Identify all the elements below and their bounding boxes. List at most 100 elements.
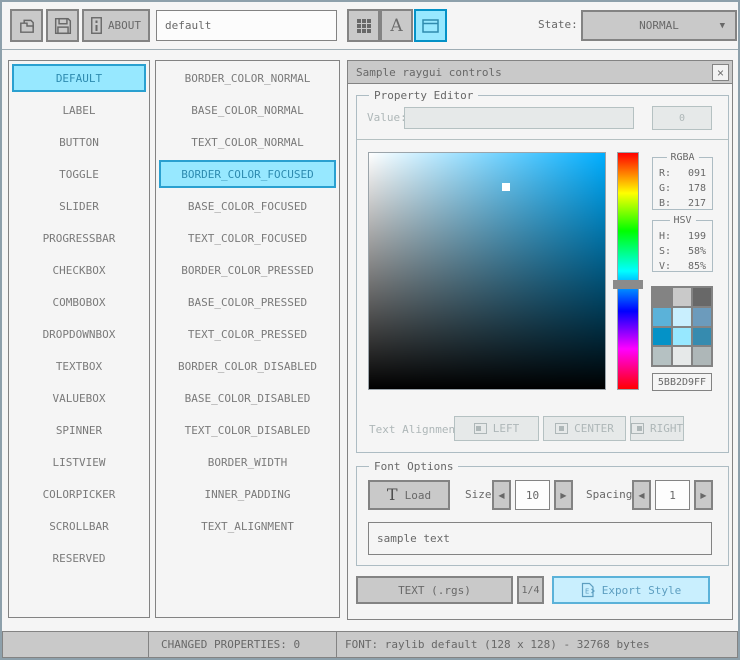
size-decrease-button[interactable]: ◀ xyxy=(492,480,511,510)
control-list-item[interactable]: LABEL xyxy=(12,96,146,124)
palette-color-cell[interactable] xyxy=(673,307,691,326)
save-style-button[interactable] xyxy=(46,9,79,42)
hex-value-box[interactable]: 5BB2D9FF xyxy=(652,373,712,391)
control-list-item-label: SCROLLBAR xyxy=(49,519,109,533)
property-list-item[interactable]: TEXT_COLOR_NORMAL xyxy=(159,128,336,156)
hsv-row-key: V: xyxy=(659,261,672,272)
property-list-item-label: INNER_PADDING xyxy=(204,487,291,501)
property-list-item[interactable]: TEXT_ALIGNMENT xyxy=(159,512,336,540)
control-list-item[interactable]: PROGRESSBAR xyxy=(12,224,146,252)
font-load-button-label: Load xyxy=(404,488,432,502)
color-picker-area[interactable] xyxy=(368,152,606,390)
svg-text:E: E xyxy=(585,588,589,596)
property-list-item-label: TEXT_COLOR_FOCUSED xyxy=(187,231,308,245)
control-list-item-label: DROPDOWNBOX xyxy=(42,327,116,341)
control-list-item[interactable]: TOGGLE xyxy=(12,160,146,188)
export-style-button[interactable]: E Export Style xyxy=(552,576,710,604)
property-list-item[interactable]: INNER_PADDING xyxy=(159,480,336,508)
palette-color-cell[interactable] xyxy=(693,347,711,365)
property-list-item[interactable]: TEXT_COLOR_DISABLED xyxy=(159,416,336,444)
text-align-button: CENTER xyxy=(543,416,626,441)
property-list-item-label: BASE_COLOR_PRESSED xyxy=(187,295,308,309)
palette-color-cell[interactable] xyxy=(673,288,691,306)
control-list-item-label: VALUEBOX xyxy=(52,391,106,405)
palette-color-cell[interactable] xyxy=(693,327,711,346)
hsv-group: HSV H: 199 S: 58% V: 85% xyxy=(652,213,713,272)
control-list-item[interactable]: VALUEBOX xyxy=(12,384,146,412)
control-list-item[interactable]: COLORPICKER xyxy=(12,480,146,508)
control-list-item[interactable]: SCROLLBAR xyxy=(12,512,146,540)
font-options-group: Font Options T Load Size: ◀ 10 ▶ Spacing… xyxy=(356,459,729,566)
property-list-item[interactable]: TEXT_COLOR_FOCUSED xyxy=(159,224,336,252)
control-list-item[interactable]: SLIDER xyxy=(12,192,146,220)
sample-text-input[interactable] xyxy=(368,522,712,555)
control-list-item[interactable]: BUTTON xyxy=(12,128,146,156)
property-list-item[interactable]: BORDER_COLOR_DISABLED xyxy=(159,352,336,380)
controls-preview-button[interactable] xyxy=(414,9,447,42)
align-icon xyxy=(555,423,569,434)
property-list-item[interactable]: BORDER_WIDTH xyxy=(159,448,336,476)
property-list-item[interactable]: TEXT_COLOR_PRESSED xyxy=(159,320,336,348)
property-list-item-label: BORDER_COLOR_DISABLED xyxy=(177,359,318,373)
hue-slider-handle[interactable] xyxy=(613,280,643,289)
rgba-row-key: B: xyxy=(659,198,672,209)
palette-color-cell[interactable] xyxy=(653,347,671,365)
status-changed-properties: CHANGED PROPERTIES: 0 xyxy=(149,632,337,657)
control-list-item[interactable]: DEFAULT xyxy=(12,64,146,92)
export-format-button[interactable]: TEXT (.rgs) xyxy=(356,576,513,604)
size-value-box[interactable]: 10 xyxy=(515,480,550,510)
palette-color-cell[interactable] xyxy=(673,327,691,346)
property-list-item[interactable]: BORDER_COLOR_FOCUSED xyxy=(159,160,336,188)
property-list-item[interactable]: BASE_COLOR_PRESSED xyxy=(159,288,336,316)
palette-color-cell[interactable] xyxy=(693,288,711,306)
hsv-row-key: S: xyxy=(659,246,672,257)
open-style-button[interactable] xyxy=(10,9,43,42)
palette-color-cell[interactable] xyxy=(673,347,691,365)
control-list-item[interactable]: DROPDOWNBOX xyxy=(12,320,146,348)
control-list-item[interactable]: SPINNER xyxy=(12,416,146,444)
state-dropdown[interactable]: NORMAL ▼ xyxy=(581,10,737,41)
style-name-input[interactable] xyxy=(156,10,337,41)
about-button[interactable]: ABOUT xyxy=(82,9,150,42)
palette-color-cell[interactable] xyxy=(693,307,711,326)
palette-color-cell[interactable] xyxy=(653,327,671,346)
sample-window-title: Sample raygui controls xyxy=(356,65,502,79)
property-list-item-label: BORDER_COLOR_NORMAL xyxy=(184,71,311,85)
property-list-item[interactable]: BASE_COLOR_FOCUSED xyxy=(159,192,336,220)
value-label: Value: xyxy=(367,111,407,124)
spacing-increase-button[interactable]: ▶ xyxy=(694,480,713,510)
style-table-button[interactable] xyxy=(347,9,380,42)
control-list-item[interactable]: RESERVED xyxy=(12,544,146,572)
close-button[interactable]: × xyxy=(712,64,729,81)
sample-window-titlebar: Sample raygui controls × xyxy=(348,61,732,84)
hue-slider[interactable] xyxy=(617,152,639,390)
font-view-button[interactable]: A xyxy=(380,9,413,42)
property-list-item[interactable]: BORDER_COLOR_PRESSED xyxy=(159,256,336,284)
property-list-item-label: BASE_COLOR_NORMAL xyxy=(191,103,304,117)
arrow-right-icon: ▶ xyxy=(700,490,707,500)
property-list-item[interactable]: BASE_COLOR_NORMAL xyxy=(159,96,336,124)
control-list-item[interactable]: COMBOBOX xyxy=(12,288,146,316)
export-style-label: Export Style xyxy=(601,583,682,597)
property-list-item[interactable]: BASE_COLOR_DISABLED xyxy=(159,384,336,412)
property-list-item[interactable]: BORDER_COLOR_NORMAL xyxy=(159,64,336,92)
font-load-button[interactable]: T Load xyxy=(368,480,450,510)
status-cell-empty xyxy=(3,632,149,657)
rgba-group-label: RGBA xyxy=(666,150,699,165)
property-list-item-label: BORDER_COLOR_PRESSED xyxy=(181,263,314,277)
color-picker-cursor[interactable] xyxy=(502,183,510,191)
control-list-item[interactable]: CHECKBOX xyxy=(12,256,146,284)
spacing-value-box[interactable]: 1 xyxy=(655,480,690,510)
palette-color-cell[interactable] xyxy=(653,288,671,306)
control-list-item[interactable]: TEXTBOX xyxy=(12,352,146,380)
state-label: State: xyxy=(538,18,578,31)
rguistyler-window: ABOUT A State: NORMAL ▼ DEFAU xyxy=(0,0,740,660)
spacing-decrease-button[interactable]: ◀ xyxy=(632,480,651,510)
export-format-index-button[interactable]: 1/4 xyxy=(517,576,544,604)
chevron-down-icon: ▼ xyxy=(719,21,725,31)
hsv-row: S: 58% xyxy=(659,244,706,259)
palette-color-cell[interactable] xyxy=(653,307,671,326)
control-list-item[interactable]: LISTVIEW xyxy=(12,448,146,476)
size-increase-button[interactable]: ▶ xyxy=(554,480,573,510)
rgba-row: R: 091 xyxy=(659,166,706,181)
